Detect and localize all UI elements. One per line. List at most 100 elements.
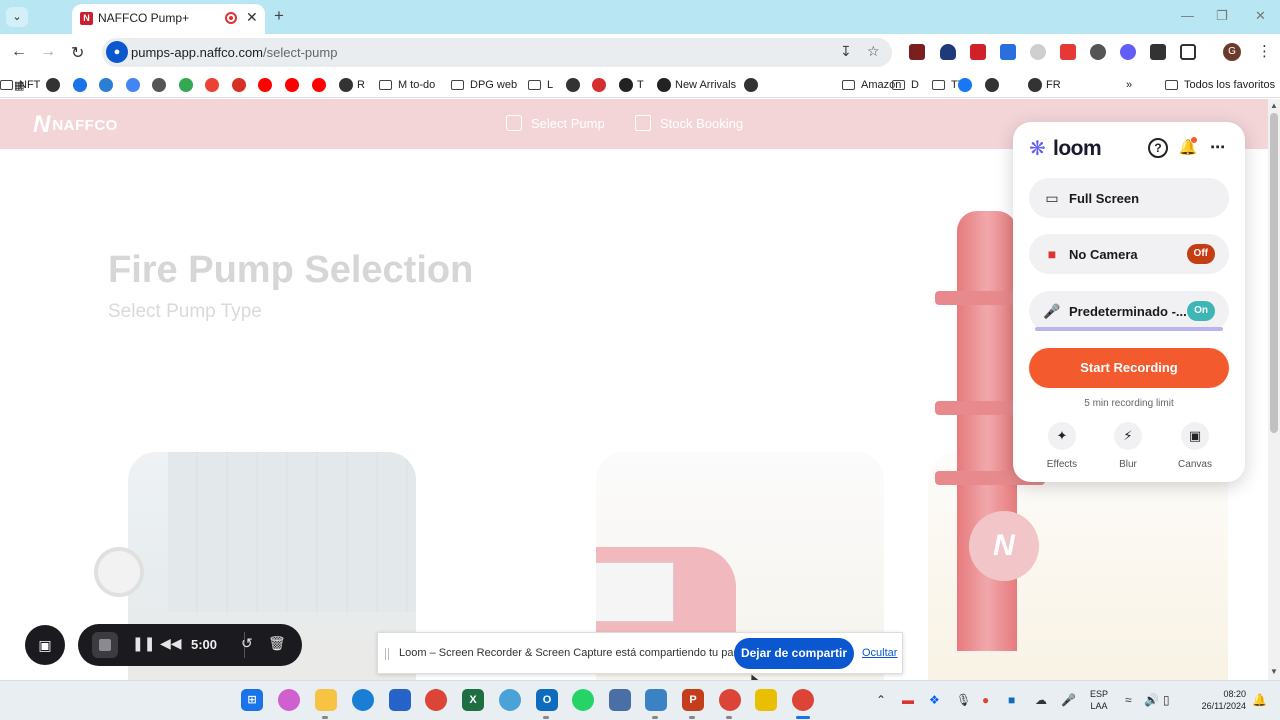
camera-option[interactable]: ■ No Camera Off	[1029, 234, 1229, 274]
scroll-up-icon[interactable]: ▲	[1270, 101, 1278, 110]
microphone-option[interactable]: 🎤 Predeterminado -... On	[1029, 291, 1229, 331]
ublock-icon[interactable]	[970, 44, 986, 60]
tab-close-icon[interactable]: ✕	[246, 9, 258, 26]
bookmark-item[interactable]: DPG web	[451, 77, 517, 93]
start-icon[interactable]: ⊞	[241, 689, 263, 711]
minimize-button[interactable]: —	[1181, 8, 1194, 23]
pdf-app-icon[interactable]	[755, 689, 777, 711]
bookmark-item[interactable]: T	[619, 77, 644, 93]
bookmark-item[interactable]	[232, 77, 250, 93]
help-icon[interactable]: ?	[1148, 138, 1168, 158]
extension-icon[interactable]	[1090, 44, 1106, 60]
camera-bubble-button[interactable]: ▣	[25, 625, 65, 665]
more-options-icon[interactable]: ⋯	[1208, 138, 1228, 158]
full-screen-option[interactable]: ▭ Full Screen	[1029, 178, 1229, 218]
bookmark-item[interactable]	[179, 77, 197, 93]
bookmark-item[interactable]: FR	[1028, 77, 1061, 93]
bookmark-item[interactable]	[312, 77, 330, 93]
tray-overflow-icon[interactable]: ⌃	[876, 693, 886, 707]
canvas-button[interactable]: ▣ Canvas	[1170, 422, 1220, 470]
tray-outlook-icon[interactable]: ■	[1008, 693, 1015, 707]
bookmark-item[interactable]	[258, 77, 276, 93]
profile-avatar[interactable]: G	[1223, 43, 1241, 61]
chrome-icon[interactable]	[425, 689, 447, 711]
outlook-icon[interactable]: O	[536, 689, 558, 711]
nav-select-pump[interactable]: Select Pump	[506, 115, 605, 131]
microphone-toggle[interactable]: On	[1187, 301, 1215, 321]
chrome-active-icon[interactable]	[792, 689, 814, 711]
bookmark-item[interactable]: M to-do	[379, 77, 435, 93]
bookmark-item[interactable]	[73, 77, 91, 93]
whatsapp-icon[interactable]	[572, 689, 594, 711]
bookmark-item[interactable]	[152, 77, 170, 93]
address-url[interactable]: pumps-app.naffco.com/select-pump	[131, 45, 337, 60]
start-recording-button[interactable]: Start Recording	[1029, 348, 1229, 388]
tray-mic-icon[interactable]: 🎙	[956, 693, 971, 707]
chrome-profile-icon[interactable]	[719, 689, 741, 711]
notepad-icon[interactable]	[645, 689, 667, 711]
extensions-puzzle-icon[interactable]	[1180, 44, 1196, 60]
bookmark-item[interactable]: R	[339, 77, 365, 93]
excel-icon[interactable]: X	[462, 689, 484, 711]
bookmark-item[interactable]	[205, 77, 223, 93]
onedrive-icon[interactable]: ☁	[1035, 693, 1047, 707]
bookmark-item[interactable]	[985, 77, 1003, 93]
scrollbar-thumb[interactable]	[1270, 113, 1278, 433]
bookmark-item[interactable]	[592, 77, 610, 93]
nav-stock-booking[interactable]: Stock Booking	[635, 115, 743, 131]
shield-extension-icon[interactable]	[940, 44, 956, 60]
pause-icon[interactable]: ❚❚	[132, 635, 155, 652]
bookmark-item[interactable]: D	[892, 77, 919, 93]
bookmark-item[interactable]	[566, 77, 584, 93]
dropbox-icon[interactable]: ❖	[929, 693, 940, 707]
bookmark-item[interactable]: L	[528, 77, 553, 93]
address-bar[interactable]: ● pumps-app.naffco.com/select-pump ↧ ☆	[102, 38, 892, 67]
bookmark-item[interactable]	[46, 77, 64, 93]
tab-search-button[interactable]: ⌄	[6, 7, 28, 27]
effects-button[interactable]: ✦ Effects	[1037, 422, 1087, 470]
tray-mic-active-icon[interactable]: 🎤	[1061, 693, 1076, 707]
notifications-icon[interactable]: 🔔	[1252, 693, 1267, 707]
bookmark-item[interactable]	[958, 77, 976, 93]
bookmark-item[interactable]: New Arrivals	[657, 77, 736, 93]
extension-icon[interactable]	[1150, 44, 1166, 60]
trash-icon[interactable]: 🗑	[268, 635, 286, 652]
powerpoint-icon[interactable]: P	[682, 689, 704, 711]
restart-icon[interactable]: ↺	[241, 635, 253, 652]
tray-app-icon[interactable]: ▬	[902, 693, 914, 707]
reload-button[interactable]: ↻	[71, 43, 84, 63]
calculator-icon[interactable]	[609, 689, 631, 711]
battery-icon[interactable]: ▯	[1163, 693, 1170, 707]
install-app-icon[interactable]: ↧	[840, 43, 852, 60]
store-icon[interactable]	[389, 689, 411, 711]
naffco-logo[interactable]: N NAFFCO	[33, 111, 118, 139]
copilot-icon[interactable]	[278, 689, 300, 711]
globe-app-icon[interactable]	[499, 689, 521, 711]
system-clock[interactable]: 08:20 26/11/2024	[1190, 688, 1246, 712]
back-button[interactable]: ←	[11, 43, 27, 61]
bookmark-item[interactable]	[126, 77, 144, 93]
tray-chrome-icon[interactable]: ●	[982, 693, 989, 707]
file-explorer-icon[interactable]	[315, 689, 337, 711]
bookmark-item[interactable]	[744, 77, 762, 93]
volume-icon[interactable]: 🔊	[1144, 693, 1159, 707]
bookmark-item[interactable]: NFT	[0, 77, 40, 93]
extension-icon[interactable]	[909, 44, 925, 60]
active-tab[interactable]: N NAFFCO Pump+ ✕	[72, 4, 265, 34]
blur-button[interactable]: ⚡ Blur	[1103, 422, 1153, 470]
rewind-icon[interactable]: ◀◀	[160, 635, 182, 652]
stop-sharing-button[interactable]: Dejar de compartir	[734, 638, 854, 669]
forward-button[interactable]: →	[40, 43, 56, 61]
window-close-button[interactable]: ✕	[1255, 8, 1266, 24]
input-language[interactable]: ESP LAA	[1090, 688, 1108, 712]
notification-bell-icon[interactable]: 🔔	[1178, 137, 1198, 158]
camera-toggle[interactable]: Off	[1186, 244, 1215, 264]
bookmarks-overflow-icon[interactable]: »	[1126, 77, 1132, 93]
bookmark-star-icon[interactable]: ☆	[867, 43, 880, 60]
grid-extension-icon[interactable]	[1000, 44, 1016, 60]
microphone-icon[interactable]: ●	[106, 41, 128, 63]
wifi-icon[interactable]: ≈	[1125, 693, 1132, 707]
bookmark-item[interactable]	[285, 77, 303, 93]
browser-menu-icon[interactable]: ⋮	[1257, 42, 1272, 60]
page-scrollbar[interactable]: ▲ ▼	[1268, 99, 1280, 680]
